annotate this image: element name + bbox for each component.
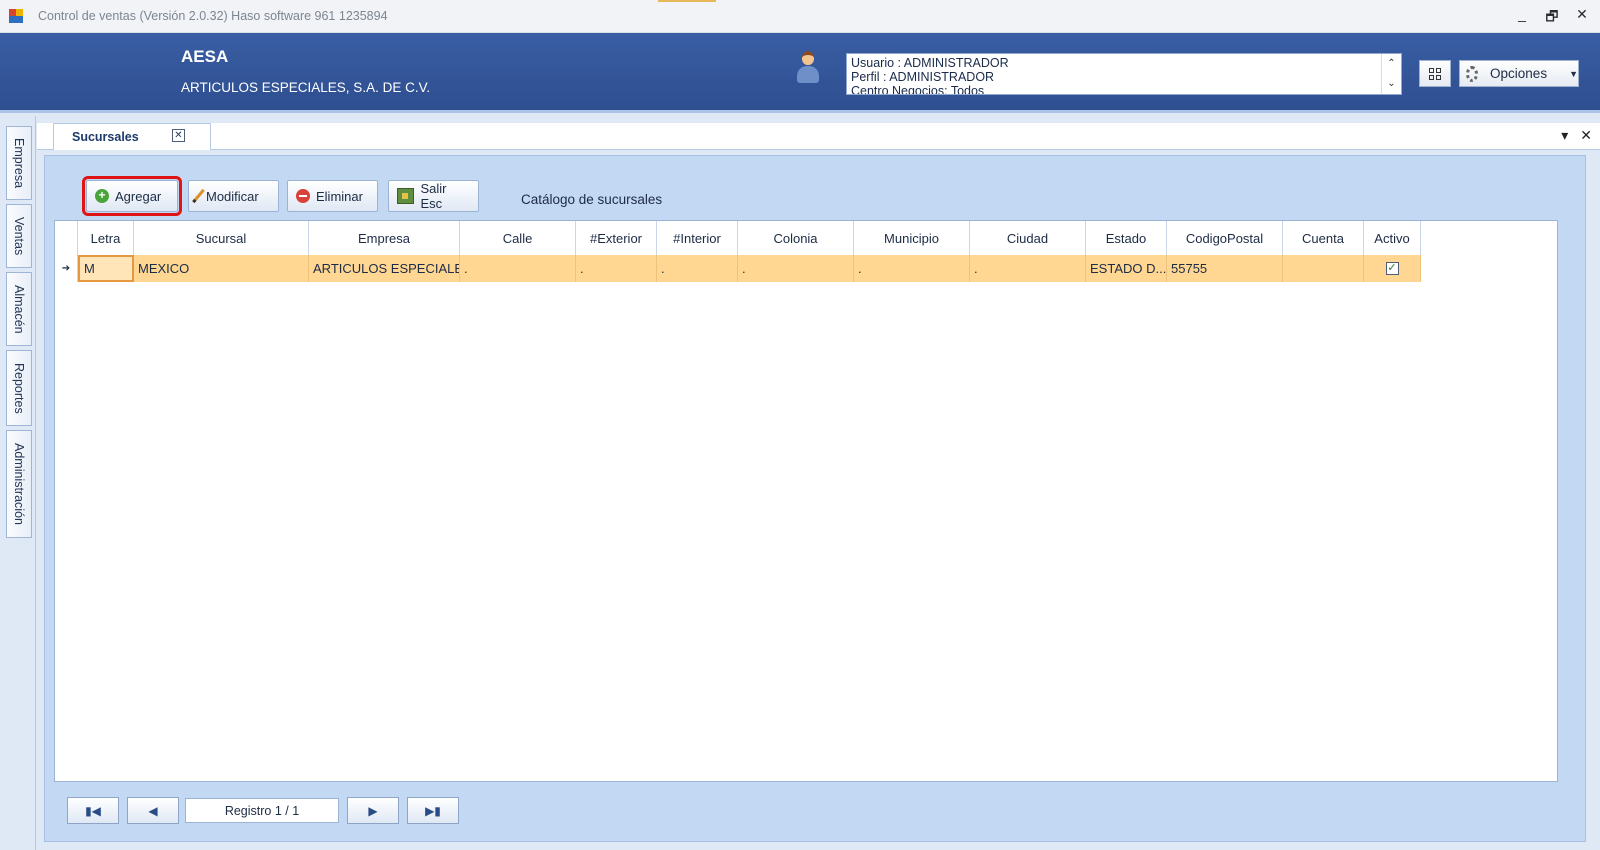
- column-header[interactable]: Estado: [1086, 221, 1167, 255]
- sidebar-tab-label: Reportes: [12, 362, 26, 414]
- cell-colonia[interactable]: .: [738, 255, 854, 282]
- app-icon: [9, 9, 23, 23]
- column-header[interactable]: Empresa: [309, 221, 460, 255]
- tab-label: Sucursales: [72, 130, 139, 144]
- sidebar-tab-label: Almacén: [12, 284, 26, 334]
- title-bar: Control de ventas (Versión 2.0.32) Haso …: [0, 0, 1600, 33]
- indicator-header: [55, 221, 78, 255]
- previous-record-button[interactable]: ◀: [127, 797, 179, 824]
- cell-activo[interactable]: ✓: [1364, 255, 1421, 282]
- user-info-scrollbar[interactable]: ⌃ ⌄: [1381, 54, 1401, 94]
- chevron-down-icon: ▼: [1569, 68, 1578, 79]
- exit-icon: [397, 188, 415, 204]
- scroll-up-icon[interactable]: ⌃: [1387, 57, 1395, 71]
- cell-sucursal[interactable]: MEXICO: [134, 255, 309, 282]
- next-record-icon: ▶: [368, 803, 378, 818]
- sidebar-tab-administracion[interactable]: Administración: [6, 430, 32, 538]
- close-document-icon[interactable]: ✕: [1580, 127, 1592, 144]
- sidebar-tab-ventas[interactable]: Ventas: [6, 204, 32, 268]
- cell-exterior[interactable]: .: [576, 255, 657, 282]
- column-header[interactable]: Colonia: [738, 221, 854, 255]
- scroll-down-icon[interactable]: ⌄: [1387, 77, 1395, 91]
- cell-letra[interactable]: M: [78, 255, 134, 282]
- profile-line: Perfil : ADMINISTRADOR: [851, 70, 995, 84]
- row-indicator-icon: ➔: [55, 255, 78, 282]
- minimize-button[interactable]: _: [1514, 6, 1530, 30]
- sidebar-tab-almacen[interactable]: Almacén: [6, 272, 32, 346]
- next-record-button[interactable]: ▶: [347, 797, 399, 824]
- cell-cuenta[interactable]: [1283, 255, 1364, 282]
- active-checkbox[interactable]: ✓: [1385, 262, 1399, 275]
- last-record-button[interactable]: ▶▮: [407, 797, 459, 824]
- sidebar-tab-empresa[interactable]: Empresa: [6, 126, 32, 200]
- main-panel: + Agregar Modificar Eliminar Salir Esc C…: [44, 155, 1586, 842]
- column-header[interactable]: Calle: [460, 221, 576, 255]
- user-avatar-icon: [797, 51, 819, 85]
- grid-header: Letra Sucursal Empresa Calle #Exterior #…: [55, 221, 1421, 255]
- add-button[interactable]: + Agregar: [82, 176, 182, 216]
- column-header[interactable]: Sucursal: [134, 221, 309, 255]
- add-icon: +: [95, 189, 109, 203]
- center-line: Centro Negocios: Todos: [851, 84, 985, 95]
- restore-button[interactable]: 🗗: [1544, 6, 1560, 30]
- cell-ciudad[interactable]: .: [970, 255, 1086, 282]
- previous-record-icon: ◀: [148, 803, 158, 818]
- cell-calle[interactable]: .: [460, 255, 576, 282]
- exit-button[interactable]: Salir Esc: [388, 180, 479, 212]
- tab-list-dropdown-icon[interactable]: ▾: [1561, 127, 1568, 144]
- delete-label: Eliminar: [316, 188, 363, 204]
- column-header[interactable]: Ciudad: [970, 221, 1086, 255]
- column-header[interactable]: Letra: [78, 221, 134, 255]
- document-tab-strip: Sucursales ✕ ▾ ✕: [37, 123, 1600, 150]
- catalog-title: Catálogo de sucursales: [521, 192, 663, 207]
- options-label: Opciones: [1490, 66, 1548, 81]
- left-sidebar: Empresa Ventas Almacén Reportes Administ…: [0, 116, 36, 850]
- modify-label: Modificar: [206, 188, 259, 204]
- column-header[interactable]: Activo: [1364, 221, 1421, 255]
- window-title: Control de ventas (Versión 2.0.32) Haso …: [38, 9, 388, 23]
- sidebar-tab-label: Ventas: [12, 216, 26, 256]
- cell-interior[interactable]: .: [657, 255, 738, 282]
- record-counter: Registro 1 / 1: [185, 798, 339, 823]
- modify-button[interactable]: Modificar: [188, 180, 279, 212]
- sidebar-tab-label: Administración: [12, 443, 26, 525]
- column-header[interactable]: Cuenta: [1283, 221, 1364, 255]
- cell-estado[interactable]: ESTADO D...: [1086, 255, 1167, 282]
- app-header: AESA ARTICULOS ESPECIALES, S.A. DE C.V. …: [0, 33, 1600, 113]
- cell-codigo-postal[interactable]: 55755: [1167, 255, 1283, 282]
- tab-sucursales[interactable]: Sucursales ✕: [53, 123, 211, 150]
- delete-icon: [296, 189, 310, 203]
- table-row[interactable]: ➔ M MEXICO ARTICULOS ESPECIALE... . . . …: [55, 255, 1421, 282]
- sidebar-tab-label: Empresa: [12, 137, 26, 189]
- gear-icon: [1466, 65, 1479, 82]
- close-window-button[interactable]: ✕: [1574, 6, 1590, 30]
- cell-municipio[interactable]: .: [854, 255, 970, 282]
- column-header[interactable]: CodigoPostal: [1167, 221, 1283, 255]
- layout-grid-button[interactable]: [1419, 60, 1451, 87]
- first-record-button[interactable]: ▮◀: [67, 797, 119, 824]
- pencil-icon: [192, 188, 205, 204]
- exit-label: Salir Esc: [420, 181, 447, 211]
- column-header[interactable]: #Interior: [657, 221, 738, 255]
- company-long-name: ARTICULOS ESPECIALES, S.A. DE C.V.: [181, 80, 431, 95]
- title-accent: [658, 0, 716, 2]
- user-info-box[interactable]: Usuario : ADMINISTRADOR Perfil : ADMINIS…: [846, 53, 1402, 95]
- sidebar-tab-reportes[interactable]: Reportes: [6, 350, 32, 426]
- column-header[interactable]: #Exterior: [576, 221, 657, 255]
- close-tab-icon[interactable]: ✕: [172, 129, 185, 142]
- delete-button[interactable]: Eliminar: [287, 180, 378, 212]
- last-record-icon: ▶▮: [425, 803, 441, 818]
- user-line: Usuario : ADMINISTRADOR: [851, 56, 1009, 70]
- add-label: Agregar: [115, 188, 162, 204]
- first-record-icon: ▮◀: [85, 803, 101, 818]
- column-header[interactable]: Municipio: [854, 221, 970, 255]
- branches-grid: Letra Sucursal Empresa Calle #Exterior #…: [54, 220, 1558, 782]
- grid-icon: [1429, 67, 1441, 80]
- cell-empresa[interactable]: ARTICULOS ESPECIALE...: [309, 255, 460, 282]
- company-short-name: AESA: [181, 47, 229, 66]
- options-button[interactable]: Opciones ▼: [1459, 60, 1579, 87]
